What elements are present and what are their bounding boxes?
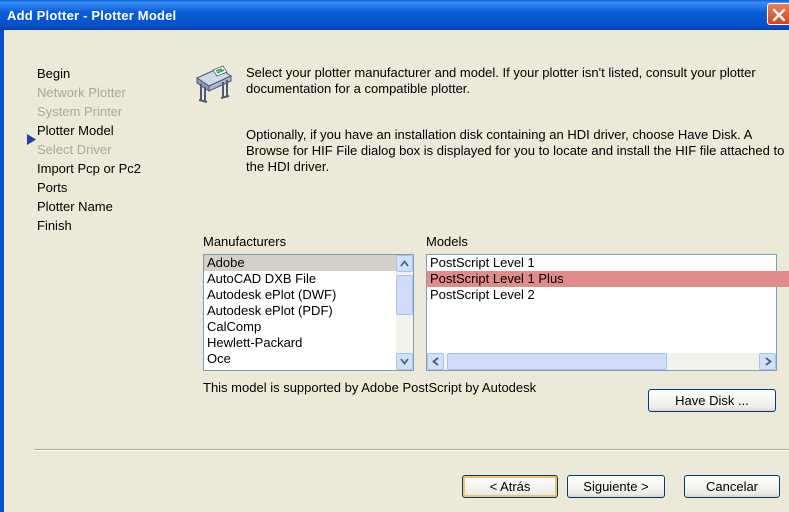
separator-highlight [35,450,789,451]
step-import-pcp: Import Pcp or Pc2 [37,161,142,176]
scroll-up-button[interactable] [396,255,413,272]
chevron-left-icon [432,357,439,366]
list-item[interactable]: PostScript Level 2 [427,287,776,303]
step-begin: Begin [37,66,71,81]
models-list[interactable]: PostScript Level 1 PostScript Level 1 Pl… [426,254,789,371]
next-button[interactable]: Siguiente > [567,475,665,498]
triangle-right-icon [27,134,36,145]
description-optional-text: Optionally, if you have an installation … [246,127,785,174]
scroll-left-button[interactable] [427,353,444,370]
list-item[interactable]: AutoCAD DXB File [204,271,413,287]
have-disk-button[interactable]: Have Disk ... [648,389,776,412]
list-item[interactable]: PostScript Level 1 [427,255,776,271]
close-button[interactable] [767,3,789,25]
list-item[interactable]: Oce [204,351,413,367]
cancel-button[interactable]: Cancelar [684,475,780,498]
description-text: Select your plotter manufacturer and mod… [246,65,756,96]
manufacturers-label: Manufacturers [203,234,287,249]
step-ports: Ports [37,180,68,195]
model-support-text: This model is supported by Adobe PostScr… [203,380,537,395]
list-item[interactable]: Autodesk ePlot (DWF) [204,287,413,303]
scroll-right-button[interactable] [759,353,776,370]
models-label: Models [426,234,468,249]
step-finish: Finish [37,218,72,233]
manufacturers-list[interactable]: Adobe AutoCAD DXB File Autodesk ePlot (D… [203,254,414,371]
step-plotter-name: Plotter Name [37,199,113,214]
title-bar: Add Plotter - Plotter Model [0,0,789,30]
step-select-driver: Select Driver [37,142,112,157]
chevron-up-icon [400,260,409,267]
list-item[interactable]: CalComp [204,319,413,335]
list-item[interactable]: Adobe [204,255,413,271]
step-system-printer: System Printer [37,104,123,119]
back-button[interactable]: < Atrás [462,475,558,498]
scroll-down-button[interactable] [396,353,413,370]
step-plotter-model: Plotter Model [37,123,114,138]
models-scrollbar[interactable] [427,353,776,370]
window-title: Add Plotter - Plotter Model [7,8,177,23]
wizard-steps: Begin Network Plotter System Printer Plo… [37,64,141,235]
manufacturers-scrollbar[interactable] [396,255,413,370]
chevron-down-icon [400,358,409,365]
list-item[interactable]: Hewlett-Packard [204,335,413,351]
step-network-plotter: Network Plotter [37,85,126,100]
scroll-thumb[interactable] [396,275,413,315]
window-frame-left [0,30,4,512]
list-item-selected[interactable]: PostScript Level 1 Plus [427,271,789,287]
chevron-right-icon [765,357,772,366]
scroll-thumb[interactable] [447,353,667,370]
plotter-icon [195,65,233,103]
list-item[interactable]: Autodesk ePlot (PDF) [204,303,413,319]
close-icon [772,8,786,22]
